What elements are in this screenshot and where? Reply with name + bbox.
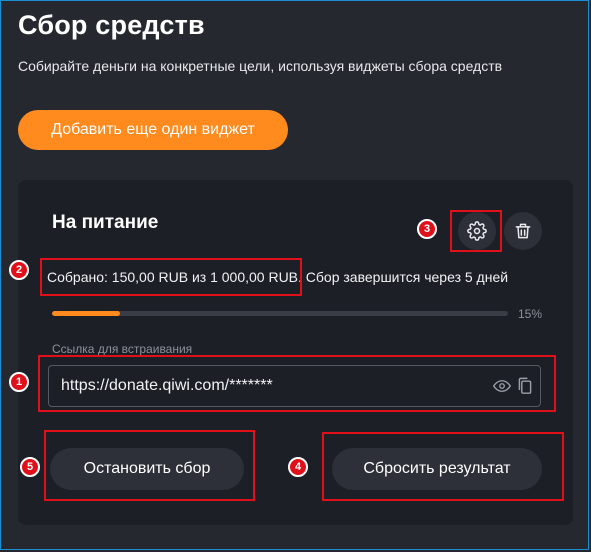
reset-result-button[interactable]: Сбросить результат [332,448,542,490]
stop-collection-button[interactable]: Остановить сбор [50,448,244,490]
annotation-badge-5: 5 [20,457,40,477]
reset-result-label: Сбросить результат [363,460,511,477]
page-title: Сбор средств [18,10,205,40]
widget-title: На питание [52,212,159,233]
progress-bar [52,311,508,316]
collected-amount: Собрано: 150,00 RUB из 1 000,00 RUB. [47,269,302,285]
add-widget-button[interactable]: Добавить еще один виджет [18,110,288,150]
progress-percent: 15% [518,307,543,321]
collection-status: Собрано: 150,00 RUB из 1 000,00 RUB. Сбо… [47,269,508,285]
end-date-text: Сбор завершится через 5 дней [305,269,509,285]
stop-collection-label: Остановить сбор [83,460,211,477]
delete-button[interactable] [504,212,542,250]
copy-icon[interactable] [517,376,533,396]
annotation-badge-2: 2 [9,260,29,280]
annotation-badge-3: 3 [417,219,437,239]
page-subtitle: Собирайте деньги на конкретные цели, исп… [18,58,503,74]
trash-icon [515,223,531,239]
embed-link-field [48,365,541,407]
gear-icon [467,221,487,241]
embed-link-label: Ссылка для встраивания [52,342,193,356]
annotation-badge-4: 4 [288,457,308,477]
embed-link-input[interactable] [61,366,481,406]
settings-button[interactable] [458,212,496,250]
add-widget-label: Добавить еще один виджет [51,121,255,138]
annotation-badge-1: 1 [9,372,29,392]
progress-fill [52,311,121,316]
eye-icon[interactable] [493,377,511,395]
